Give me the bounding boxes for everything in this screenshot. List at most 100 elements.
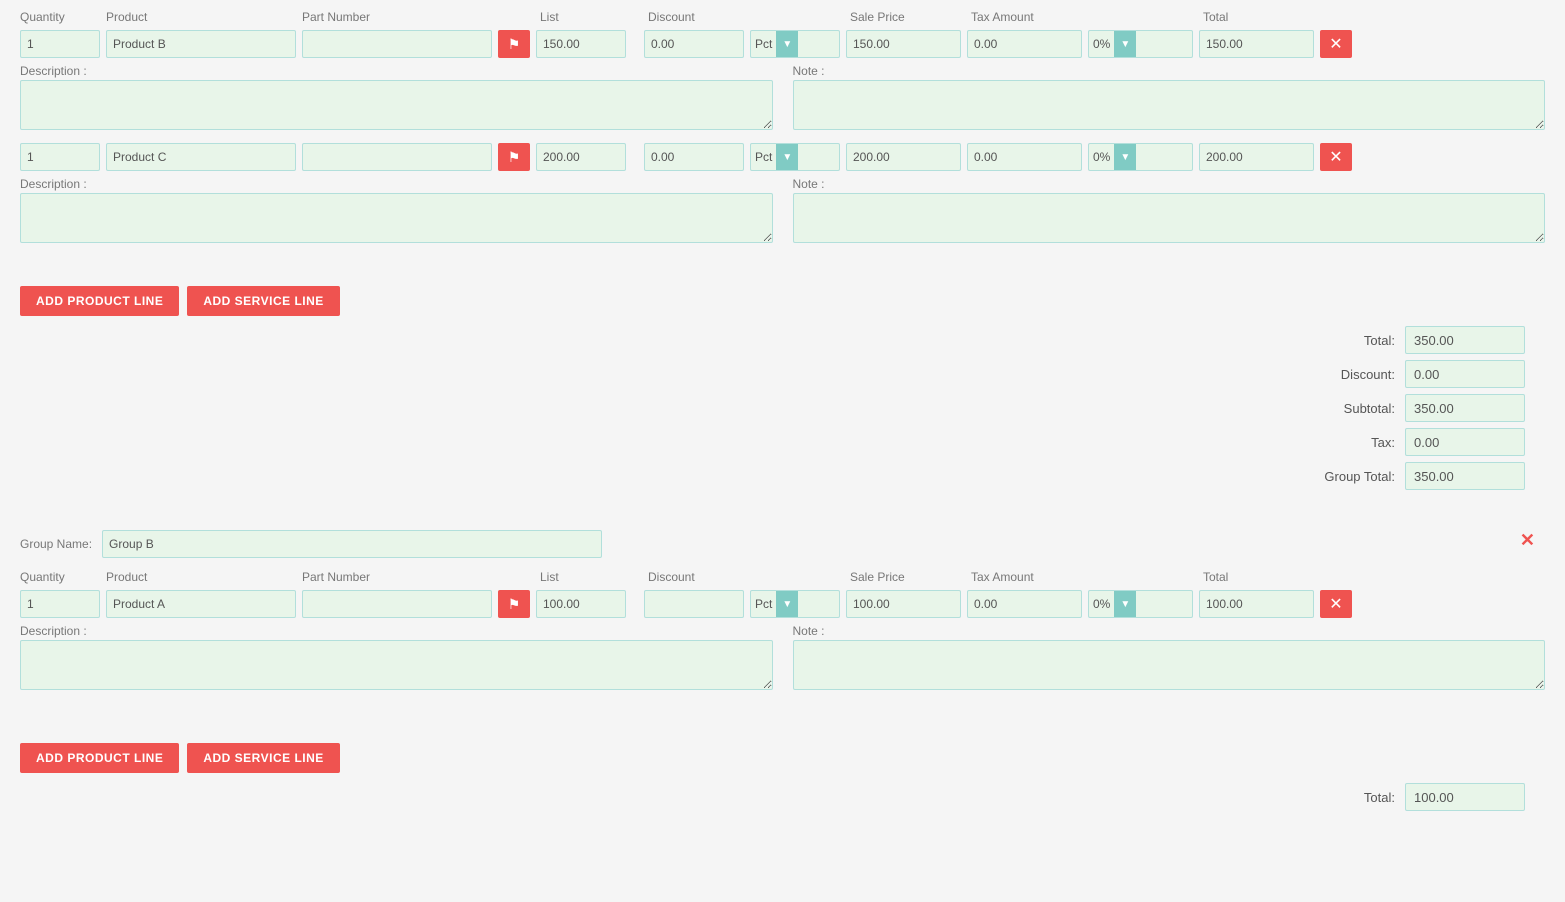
delete-button-a[interactable]: ✕ xyxy=(1320,590,1352,618)
discount-input-b[interactable] xyxy=(644,30,744,58)
col-header-saleprice-b: Sale Price xyxy=(850,570,965,584)
flag-button-c[interactable]: ⚑ xyxy=(498,143,530,171)
group-b-section: Group Name: ✕ Quantity Product Part Numb… xyxy=(0,520,1565,831)
note-label-b: Note : xyxy=(793,64,1546,78)
col-header-discount-b: Discount xyxy=(648,570,748,584)
qty-input-a[interactable] xyxy=(20,590,100,618)
pct-label-b: Pct xyxy=(751,37,776,51)
taxamt-input-c[interactable] xyxy=(967,143,1082,171)
col-header-total: Total xyxy=(1203,10,1318,24)
col-header-total-b: Total xyxy=(1203,570,1318,584)
taxpct-arrow-a[interactable]: ▼ xyxy=(1114,591,1136,617)
note-textarea-a[interactable] xyxy=(793,640,1546,690)
total-input-b[interactable] xyxy=(1199,30,1314,58)
taxpct-wrapper-b: 0% ▼ xyxy=(1088,30,1193,58)
pct-wrapper-c: Pct ▼ xyxy=(750,143,840,171)
qty-input-b[interactable] xyxy=(20,30,100,58)
delete-button-b[interactable]: ✕ xyxy=(1320,30,1352,58)
desc-textarea-b[interactable] xyxy=(20,80,773,130)
add-service-button-b[interactable]: ADD SERVICE LINE xyxy=(187,743,339,773)
tax-label-a: Tax: xyxy=(1245,435,1395,450)
pct-label-a: Pct xyxy=(751,597,776,611)
saleprice-input-c[interactable] xyxy=(846,143,961,171)
taxpct-label-a: 0% xyxy=(1089,597,1114,611)
note-label-c: Note : xyxy=(793,177,1546,191)
pct-wrapper-b: Pct ▼ xyxy=(750,30,840,58)
flag-button-a[interactable]: ⚑ xyxy=(498,590,530,618)
line-row-product-c: ⚑ Pct ▼ 0% ▼ ✕ Description : xyxy=(20,143,1545,246)
saleprice-input-b[interactable] xyxy=(846,30,961,58)
col-header-quantity-b: Quantity xyxy=(20,570,100,584)
totals-section-b: Total: 100.00 xyxy=(20,783,1545,811)
col-header-partnum-b: Part Number xyxy=(302,570,492,584)
group-name-input-b[interactable] xyxy=(102,530,602,558)
discount-input-a[interactable] xyxy=(644,590,744,618)
desc-textarea-a[interactable] xyxy=(20,640,773,690)
add-service-button-a[interactable]: ADD SERVICE LINE xyxy=(187,286,339,316)
list-input-c[interactable] xyxy=(536,143,626,171)
partnum-input-b[interactable] xyxy=(302,30,492,58)
taxpct-label-c: 0% xyxy=(1089,150,1114,164)
subtotal-value-a: 350.00 xyxy=(1405,394,1525,422)
page-wrapper: Quantity Product Part Number List Discou… xyxy=(0,0,1565,902)
col-header-quantity: Quantity xyxy=(20,10,100,24)
partnum-input-a[interactable] xyxy=(302,590,492,618)
total-input-c[interactable] xyxy=(1199,143,1314,171)
taxamt-input-b[interactable] xyxy=(967,30,1082,58)
note-label-a: Note : xyxy=(793,624,1546,638)
totals-table-b: Total: 100.00 xyxy=(1245,783,1525,811)
tax-value-a: 0.00 xyxy=(1405,428,1525,456)
group-a-section: Quantity Product Part Number List Discou… xyxy=(0,0,1565,510)
col-header-taxamt: Tax Amount xyxy=(971,10,1086,24)
discount-value-a: 0.00 xyxy=(1405,360,1525,388)
product-input-a[interactable] xyxy=(106,590,296,618)
desc-note-row-b: Description : Note : xyxy=(20,64,1545,133)
col-headers-a: Quantity Product Part Number List Discou… xyxy=(20,10,1545,26)
col-header-taxamt-b: Tax Amount xyxy=(971,570,1086,584)
add-product-button-b[interactable]: ADD PRODUCT LINE xyxy=(20,743,179,773)
pct-label-c: Pct xyxy=(751,150,776,164)
col-header-product-b: Product xyxy=(106,570,296,584)
total-value-a: 350.00 xyxy=(1405,326,1525,354)
list-input-a[interactable] xyxy=(536,590,626,618)
group-name-row-b: Group Name: ✕ xyxy=(20,530,1545,558)
delete-button-c[interactable]: ✕ xyxy=(1320,143,1352,171)
desc-note-row-a: Description : Note : xyxy=(20,624,1545,693)
taxpct-arrow-c[interactable]: ▼ xyxy=(1114,144,1136,170)
col-headers-b: Quantity Product Part Number List Discou… xyxy=(20,570,1545,586)
totals-table-a: Total: 350.00 Discount: 0.00 Subtotal: 3… xyxy=(1245,326,1525,490)
subtotal-label-a: Subtotal: xyxy=(1245,401,1395,416)
flag-button-b[interactable]: ⚑ xyxy=(498,30,530,58)
desc-note-row-c: Description : Note : xyxy=(20,177,1545,246)
col-header-discount: Discount xyxy=(648,10,748,24)
taxamt-input-a[interactable] xyxy=(967,590,1082,618)
pct-arrow-c[interactable]: ▼ xyxy=(776,144,798,170)
saleprice-input-a[interactable] xyxy=(846,590,961,618)
total-input-a[interactable] xyxy=(1199,590,1314,618)
group-total-label-a: Group Total: xyxy=(1245,469,1395,484)
taxpct-arrow-b[interactable]: ▼ xyxy=(1114,31,1136,57)
close-group-button-b[interactable]: ✕ xyxy=(1520,530,1535,551)
product-input-b[interactable] xyxy=(106,30,296,58)
add-buttons-row-a: ADD PRODUCT LINE ADD SERVICE LINE xyxy=(20,286,1545,316)
partnum-input-c[interactable] xyxy=(302,143,492,171)
add-product-button-a[interactable]: ADD PRODUCT LINE xyxy=(20,286,179,316)
line-row-product-b: ⚑ Pct ▼ 0% ▼ ✕ Description : xyxy=(20,30,1545,133)
desc-label-c: Description : xyxy=(20,177,773,191)
discount-input-c[interactable] xyxy=(644,143,744,171)
add-buttons-row-b: ADD PRODUCT LINE ADD SERVICE LINE xyxy=(20,743,1545,773)
list-input-b[interactable] xyxy=(536,30,626,58)
note-textarea-b[interactable] xyxy=(793,80,1546,130)
product-input-c[interactable] xyxy=(106,143,296,171)
pct-arrow-a[interactable]: ▼ xyxy=(776,591,798,617)
desc-textarea-c[interactable] xyxy=(20,193,773,243)
col-header-product: Product xyxy=(106,10,296,24)
discount-label-a: Discount: xyxy=(1245,367,1395,382)
pct-arrow-b[interactable]: ▼ xyxy=(776,31,798,57)
qty-input-c[interactable] xyxy=(20,143,100,171)
group-name-label: Group Name: xyxy=(20,537,92,551)
totals-section-a: Total: 350.00 Discount: 0.00 Subtotal: 3… xyxy=(20,326,1545,490)
pct-wrapper-a: Pct ▼ xyxy=(750,590,840,618)
note-textarea-c[interactable] xyxy=(793,193,1546,243)
desc-label-b: Description : xyxy=(20,64,773,78)
